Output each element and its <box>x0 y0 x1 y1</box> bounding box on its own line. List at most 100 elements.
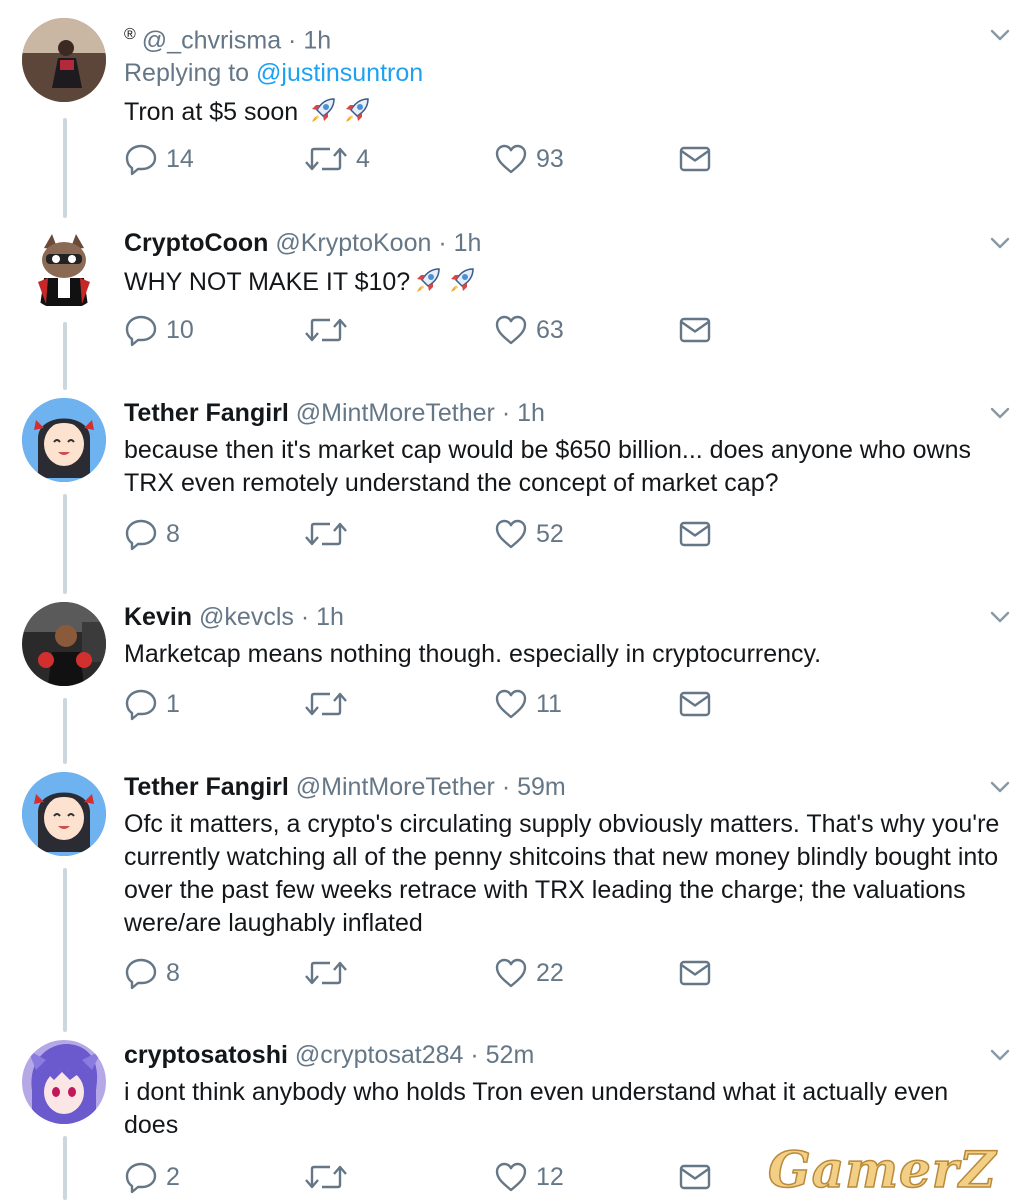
retweet-button[interactable] <box>304 956 356 990</box>
like-button[interactable]: 93 <box>494 142 564 176</box>
like-button[interactable]: 22 <box>494 956 564 990</box>
reply-button[interactable]: 10 <box>124 313 194 347</box>
chevron-down-icon[interactable] <box>990 236 1010 250</box>
timestamp[interactable]: 1h <box>454 229 482 257</box>
avatar[interactable] <box>22 602 106 686</box>
chevron-down-icon[interactable] <box>990 28 1010 42</box>
separator: · <box>438 229 447 257</box>
display-name[interactable]: cryptosatoshi <box>124 1041 288 1069</box>
like-count: 22 <box>536 958 564 987</box>
reply-count: 14 <box>166 144 194 173</box>
tweet-text: Tron at $5 soon <box>124 94 1004 129</box>
envelope-icon <box>678 142 712 176</box>
reply-button[interactable]: 1 <box>124 687 180 721</box>
direct-message-button[interactable] <box>678 517 712 551</box>
user-handle[interactable]: @MintMoreTether <box>296 773 495 801</box>
envelope-icon <box>678 687 712 721</box>
chevron-down-icon[interactable] <box>990 780 1010 794</box>
retweet-icon <box>304 142 348 176</box>
separator: · <box>501 773 511 801</box>
heart-icon <box>494 313 528 347</box>
like-count: 93 <box>536 144 564 173</box>
reply-icon <box>124 517 158 551</box>
like-count: 63 <box>536 315 564 344</box>
display-name[interactable]: Kevin <box>124 603 192 631</box>
like-count: 12 <box>536 1162 564 1191</box>
reply-button[interactable]: 8 <box>124 517 180 551</box>
user-handle[interactable]: @MintMoreTether <box>296 399 495 427</box>
reply-icon <box>124 142 158 176</box>
retweet-button[interactable]: 4 <box>304 142 370 176</box>
like-button[interactable]: 12 <box>494 1160 564 1194</box>
chevron-down-icon[interactable] <box>990 610 1010 624</box>
heart-icon <box>494 1160 528 1194</box>
like-button[interactable]: 63 <box>494 313 564 347</box>
mention-link[interactable]: @justinsuntron <box>256 59 423 87</box>
direct-message-button[interactable] <box>678 1160 712 1194</box>
retweet-count: 4 <box>356 144 370 173</box>
user-handle[interactable]: @KryptoKoon <box>275 229 431 257</box>
separator: · <box>501 399 511 427</box>
separator: · <box>470 1041 479 1069</box>
reply-count: 10 <box>166 315 194 344</box>
retweet-icon <box>304 687 348 721</box>
retweet-icon <box>304 313 348 347</box>
rocket-icon <box>412 264 444 296</box>
watermark: GamerZ <box>767 1139 997 1200</box>
direct-message-button[interactable] <box>678 956 712 990</box>
timestamp[interactable]: 1h <box>316 603 344 631</box>
avatar[interactable] <box>22 398 106 482</box>
tweet-actions: 14 4 93 <box>124 142 724 176</box>
separator: · <box>300 603 310 631</box>
chevron-down-icon[interactable] <box>990 406 1010 420</box>
user-handle[interactable]: @cryptosat284 <box>295 1041 464 1069</box>
retweet-icon <box>304 956 348 990</box>
display-name[interactable]: CryptoCoon <box>124 229 268 257</box>
tweet-text: WHY NOT MAKE IT $10? <box>124 264 1004 299</box>
like-button[interactable]: 52 <box>494 517 564 551</box>
tweet-text: Marketcap means nothing though. especial… <box>124 640 822 668</box>
tweet-actions: 10 63 <box>124 313 724 347</box>
tweet-actions: 1 11 <box>124 687 724 721</box>
reply-icon <box>124 687 158 721</box>
avatar[interactable] <box>22 1040 106 1124</box>
tweet-actions: 2 12 <box>124 1160 724 1194</box>
reply-button[interactable]: 14 <box>124 142 194 176</box>
envelope-icon <box>678 956 712 990</box>
reply-count: 1 <box>166 689 180 718</box>
like-button[interactable]: 11 <box>494 687 562 721</box>
timestamp[interactable]: 52m <box>486 1041 535 1069</box>
avatar[interactable] <box>22 18 106 102</box>
user-handle[interactable]: @kevcls <box>199 603 294 631</box>
direct-message-button[interactable] <box>678 313 712 347</box>
retweet-icon <box>304 1160 348 1194</box>
thread-line <box>63 1136 67 1200</box>
display-name[interactable]: Tether Fangirl <box>124 399 289 427</box>
thread-line <box>63 494 67 594</box>
verified-mark: ® <box>124 26 136 43</box>
direct-message-button[interactable] <box>678 142 712 176</box>
thread-line <box>63 118 67 218</box>
envelope-icon <box>678 1160 712 1194</box>
reply-icon <box>124 1160 158 1194</box>
reply-button[interactable]: 8 <box>124 956 180 990</box>
avatar[interactable] <box>22 226 106 310</box>
direct-message-button[interactable] <box>678 687 712 721</box>
timestamp[interactable]: 59m <box>517 773 566 801</box>
retweet-button[interactable] <box>304 687 356 721</box>
tweet-body: Tron at $5 soon <box>124 98 299 126</box>
like-count: 52 <box>536 519 564 548</box>
tweet-text: i dont think anybody who holds Tron even… <box>124 1078 949 1139</box>
retweet-button[interactable] <box>304 313 356 347</box>
display-name[interactable]: Tether Fangirl <box>124 773 289 801</box>
retweet-button[interactable] <box>304 517 356 551</box>
timestamp[interactable]: 1h <box>303 26 331 54</box>
timestamp[interactable]: 1h <box>517 399 545 427</box>
chevron-down-icon[interactable] <box>990 1048 1010 1062</box>
avatar[interactable] <box>22 772 106 856</box>
like-count: 11 <box>536 689 562 718</box>
user-handle[interactable]: @_chvrisma <box>142 26 281 54</box>
retweet-button[interactable] <box>304 1160 356 1194</box>
retweet-icon <box>304 517 348 551</box>
reply-button[interactable]: 2 <box>124 1160 180 1194</box>
